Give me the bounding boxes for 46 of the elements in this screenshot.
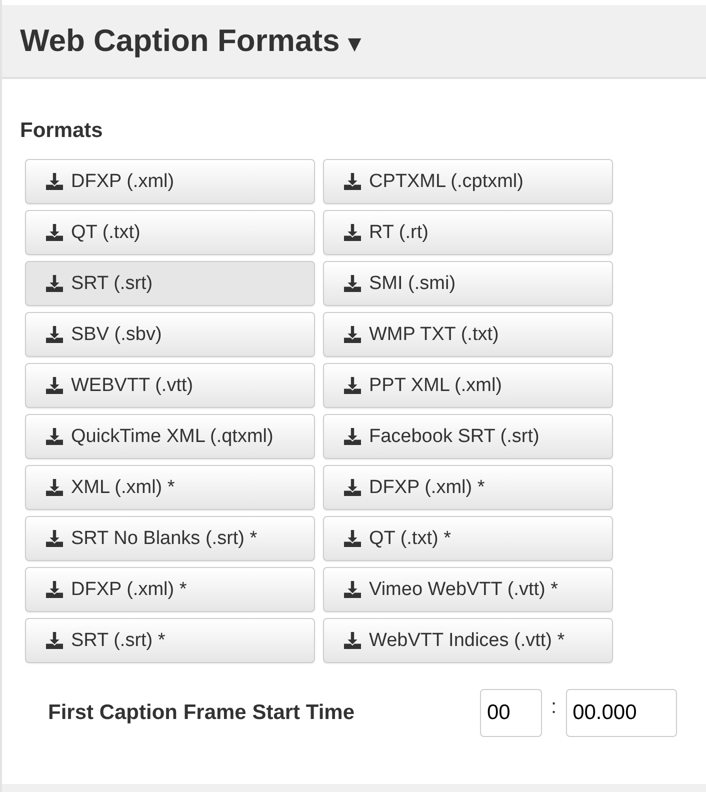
download-icon <box>46 632 63 649</box>
download-button[interactable]: DFXP (.xml) <box>25 159 315 204</box>
download-icon <box>46 224 63 241</box>
download-button[interactable]: DFXP (.xml) * <box>323 465 613 510</box>
download-button[interactable]: QT (.txt) <box>25 210 315 255</box>
download-button[interactable]: PPT XML (.xml) <box>323 363 613 408</box>
download-icon <box>46 275 63 292</box>
download-button[interactable]: WMP TXT (.txt) <box>323 312 613 357</box>
download-button[interactable]: WEBVTT (.vtt) <box>25 363 315 408</box>
download-button[interactable]: RT (.rt) <box>323 210 613 255</box>
section-label: Formats <box>20 119 104 143</box>
download-button[interactable]: WebVTT Indices (.vtt) * <box>323 618 613 663</box>
download-button[interactable]: SRT (.srt) <box>25 261 315 306</box>
download-button[interactable]: SRT (.srt) * <box>25 618 315 663</box>
download-icon <box>344 224 361 241</box>
download-icon <box>344 326 361 343</box>
download-icon <box>46 530 63 547</box>
download-button[interactable]: CPTXML (.cptxml) <box>323 159 613 204</box>
seconds-field[interactable]: 00.000 <box>566 689 677 737</box>
download-icon <box>46 428 63 445</box>
minutes-field[interactable]: 00 <box>480 689 542 737</box>
download-icon <box>46 326 63 343</box>
download-button[interactable]: Vimeo WebVTT (.vtt) * <box>323 567 613 612</box>
download-icon <box>46 479 63 496</box>
download-icon <box>344 275 361 292</box>
download-button[interactable]: QT (.txt) * <box>323 516 613 561</box>
time-separator: : <box>551 696 557 718</box>
download-button[interactable]: XML (.xml) * <box>25 465 315 510</box>
download-icon <box>344 581 361 598</box>
download-icon <box>344 428 361 445</box>
download-icon <box>46 377 63 394</box>
download-icon <box>46 581 63 598</box>
title-dropdown[interactable]: Web Caption Formats ▾ <box>20 23 360 59</box>
download-icon <box>344 530 361 547</box>
download-button[interactable]: SBV (.sbv) <box>25 312 315 357</box>
download-button[interactable]: SMI (.smi) <box>323 261 613 306</box>
download-icon <box>344 173 361 190</box>
start-time-label: First Caption Frame Start Time <box>48 701 356 725</box>
download-icon <box>344 377 361 394</box>
download-icon <box>344 479 361 496</box>
download-icon <box>46 173 63 190</box>
download-icon <box>344 632 361 649</box>
download-button[interactable]: Facebook SRT (.srt) <box>323 414 613 459</box>
download-button[interactable]: DFXP (.xml) * <box>25 567 315 612</box>
download-button[interactable]: SRT No Blanks (.srt) * <box>25 516 315 561</box>
download-button[interactable]: QuickTime XML (.qtxml) <box>25 414 315 459</box>
